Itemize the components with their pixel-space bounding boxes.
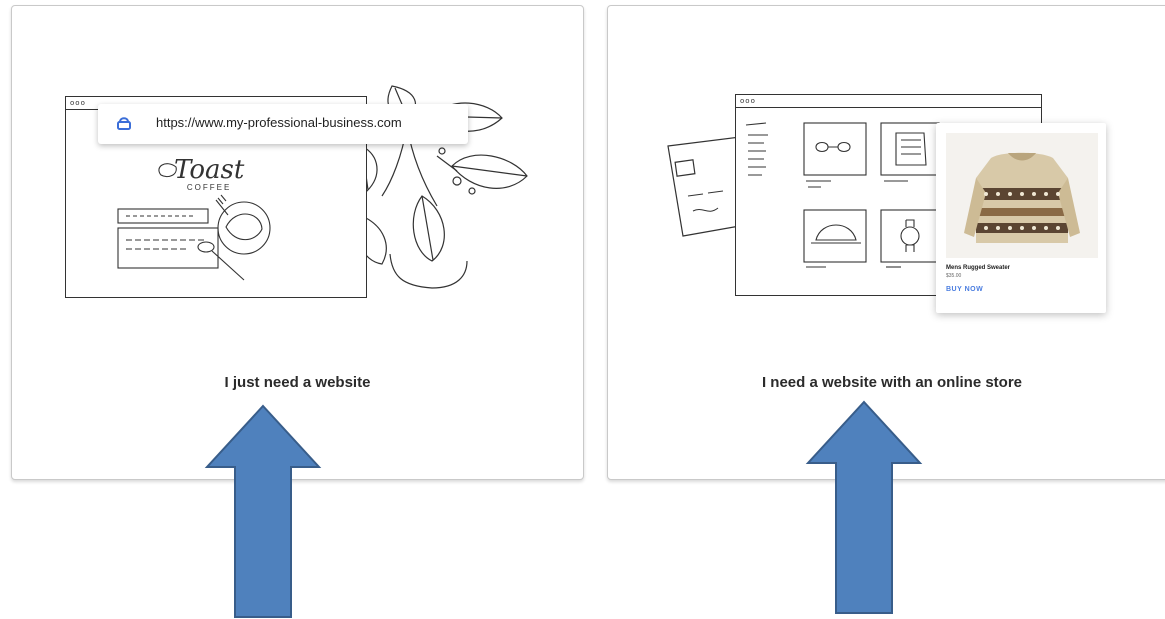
lock-icon bbox=[116, 116, 132, 135]
url-bar: https://www.my-professional-business.com bbox=[98, 104, 468, 144]
option-label: I need a website with an online store bbox=[761, 374, 1023, 391]
product-name: Mens Rugged Sweater bbox=[946, 265, 1011, 271]
coffee-logo: Toast COFFEE bbox=[174, 155, 244, 192]
buy-now-link: BUY NOW bbox=[946, 286, 984, 293]
logo-script-text: Toast bbox=[174, 155, 245, 185]
website-illustration: ooo Toast COFFEE https://www.my-professi… bbox=[12, 6, 585, 346]
product-price: $35.00 bbox=[946, 273, 962, 279]
up-arrow-icon bbox=[805, 400, 923, 614]
sweater-icon bbox=[964, 152, 1080, 243]
store-illustration: ooo Mens Rugged Sweater $35.00 BUY NOW bbox=[608, 6, 1165, 346]
up-arrow-icon bbox=[204, 404, 322, 618]
sweater-image bbox=[946, 133, 1098, 258]
option-label: I just need a website bbox=[224, 374, 371, 391]
url-text: https://www.my-professional-business.com bbox=[156, 115, 402, 130]
product-card: Mens Rugged Sweater $35.00 BUY NOW bbox=[936, 123, 1106, 313]
